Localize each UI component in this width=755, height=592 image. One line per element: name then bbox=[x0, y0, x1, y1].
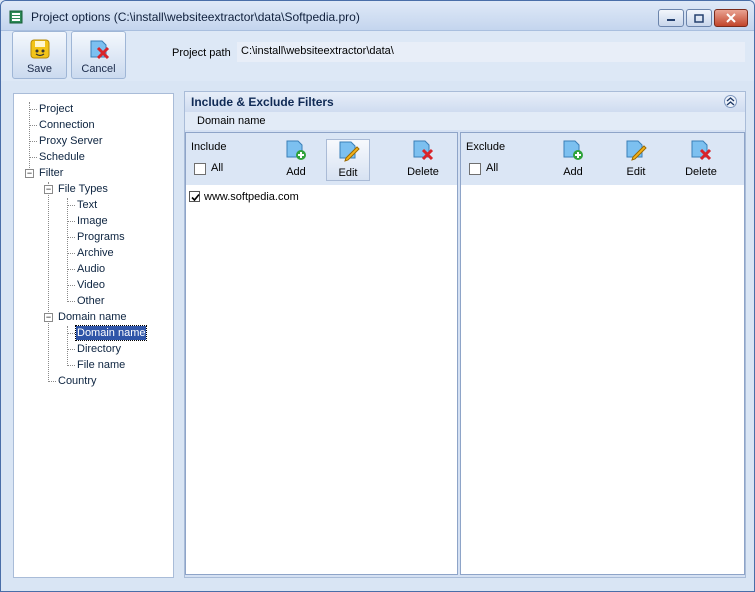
include-toolbar: Include All Add Edit Delete bbox=[186, 133, 457, 185]
tree-line bbox=[67, 349, 75, 350]
tree-line bbox=[67, 205, 75, 206]
include-delete-label: Delete bbox=[407, 166, 439, 178]
delete-icon bbox=[691, 140, 712, 161]
tree-item-domain-name[interactable]: Domain name bbox=[74, 325, 148, 341]
maximize-icon bbox=[694, 13, 704, 23]
tree-item-connection[interactable]: Connection bbox=[39, 118, 95, 132]
exclude-toolbar: Exclude All Add Edit Delete bbox=[461, 133, 744, 185]
include-list[interactable]: Include All Add Edit Delete www.softpedi… bbox=[185, 132, 458, 575]
tree-item-schedule[interactable]: Schedule bbox=[39, 150, 85, 164]
delete-icon bbox=[413, 140, 434, 161]
tree-line bbox=[67, 198, 68, 302]
tree-line bbox=[67, 301, 75, 302]
tree-line bbox=[29, 157, 37, 158]
list-item-text: www.softpedia.com bbox=[204, 191, 299, 203]
tree-line bbox=[67, 237, 75, 238]
exclude-caption: Exclude bbox=[466, 141, 506, 153]
exclude-edit-button[interactable]: Edit bbox=[614, 139, 658, 181]
include-delete-button[interactable]: Delete bbox=[401, 139, 445, 181]
tree-line bbox=[67, 269, 75, 270]
exclude-delete-button[interactable]: Delete bbox=[679, 139, 723, 181]
item-checkbox[interactable] bbox=[189, 191, 200, 202]
tree-line bbox=[48, 381, 56, 382]
collapse-icon[interactable]: − bbox=[25, 169, 34, 178]
exclude-delete-label: Delete bbox=[685, 166, 717, 178]
tree-line bbox=[67, 333, 75, 334]
tree-line bbox=[29, 109, 37, 110]
tree-item-filter[interactable]: Filter bbox=[39, 166, 63, 180]
tree-item-text[interactable]: Text bbox=[77, 198, 97, 212]
include-edit-label: Edit bbox=[338, 167, 358, 179]
app-icon bbox=[9, 10, 23, 24]
save-label: Save bbox=[26, 63, 53, 75]
tree-line bbox=[29, 125, 37, 126]
cancel-button[interactable]: Cancel bbox=[71, 31, 126, 79]
exclude-add-label: Add bbox=[563, 166, 583, 178]
filters-panel: Include & Exclude Filters Domain name In… bbox=[184, 91, 746, 578]
add-icon bbox=[563, 140, 583, 160]
tree-item-programs[interactable]: Programs bbox=[77, 230, 125, 244]
exclude-edit-label: Edit bbox=[626, 166, 646, 178]
close-button[interactable] bbox=[714, 9, 748, 27]
save-icon bbox=[30, 39, 50, 59]
tree-item-file-name[interactable]: File name bbox=[77, 358, 125, 372]
window-title: Project options (C:\install\websiteextra… bbox=[31, 10, 360, 24]
options-tree[interactable]: − − − Project Connection Proxy Server Sc… bbox=[13, 93, 174, 578]
tree-line bbox=[67, 253, 75, 254]
collapse-icon[interactable]: − bbox=[44, 313, 53, 322]
exclude-list[interactable]: Exclude All Add Edit Delete bbox=[460, 132, 745, 575]
tree-item-video[interactable]: Video bbox=[77, 278, 105, 292]
tree-line bbox=[29, 141, 37, 142]
tree-item-project[interactable]: Project bbox=[39, 102, 73, 116]
tree-item-proxy-server[interactable]: Proxy Server bbox=[39, 134, 103, 148]
tree-item-image[interactable]: Image bbox=[77, 214, 108, 228]
tree-item-file-types[interactable]: File Types bbox=[58, 182, 108, 196]
double-chevron-up-icon bbox=[726, 97, 735, 106]
maximize-button[interactable] bbox=[686, 9, 712, 27]
exclude-all-checkbox[interactable] bbox=[469, 163, 481, 175]
tree-line bbox=[67, 221, 75, 222]
panel-subheader: Domain name bbox=[185, 112, 745, 130]
collapse-panel-button[interactable] bbox=[724, 95, 737, 108]
subheader-label: Domain name bbox=[197, 115, 266, 127]
tree-line bbox=[67, 365, 75, 366]
tree-line bbox=[48, 182, 49, 382]
include-caption: Include bbox=[191, 141, 227, 153]
title-bar[interactable]: Project options (C:\install\websiteextra… bbox=[1, 1, 754, 31]
tree-item-directory[interactable]: Directory bbox=[77, 342, 121, 356]
minimize-icon bbox=[667, 19, 675, 21]
include-add-button[interactable]: Add bbox=[274, 139, 318, 181]
panel-header: Include & Exclude Filters bbox=[185, 92, 745, 112]
project-options-window: Project options (C:\install\websiteextra… bbox=[0, 0, 755, 592]
close-icon bbox=[726, 13, 736, 23]
include-edit-button[interactable]: Edit bbox=[326, 139, 370, 181]
include-all-label: All bbox=[211, 162, 224, 174]
edit-icon bbox=[339, 141, 360, 162]
toolbar: Save Cancel Project path C:\install\webs… bbox=[1, 31, 754, 81]
panel-title: Include & Exclude Filters bbox=[191, 95, 334, 109]
cancel-icon bbox=[90, 40, 110, 60]
include-all-checkbox[interactable] bbox=[194, 163, 206, 175]
collapse-icon[interactable]: − bbox=[44, 185, 53, 194]
include-add-label: Add bbox=[286, 166, 306, 178]
project-path-label: Project path bbox=[172, 47, 231, 59]
tree-item-archive[interactable]: Archive bbox=[77, 246, 114, 260]
edit-icon bbox=[626, 140, 647, 161]
project-path-field[interactable]: C:\install\websiteextractor\data\ bbox=[237, 42, 745, 62]
tree-line bbox=[29, 102, 30, 174]
exclude-all-label: All bbox=[486, 162, 499, 174]
tree-item-other[interactable]: Other bbox=[77, 294, 105, 308]
tree-line bbox=[67, 326, 68, 366]
cancel-label: Cancel bbox=[81, 63, 116, 75]
checkmark-icon bbox=[191, 193, 200, 202]
tree-item-audio[interactable]: Audio bbox=[77, 262, 105, 276]
minimize-button[interactable] bbox=[658, 9, 684, 27]
exclude-add-button[interactable]: Add bbox=[551, 139, 595, 181]
save-button[interactable]: Save bbox=[12, 31, 67, 79]
tree-item-domain-name-group[interactable]: Domain name bbox=[58, 310, 126, 324]
add-icon bbox=[286, 140, 306, 160]
tree-line bbox=[67, 285, 75, 286]
tree-item-country[interactable]: Country bbox=[58, 374, 97, 388]
